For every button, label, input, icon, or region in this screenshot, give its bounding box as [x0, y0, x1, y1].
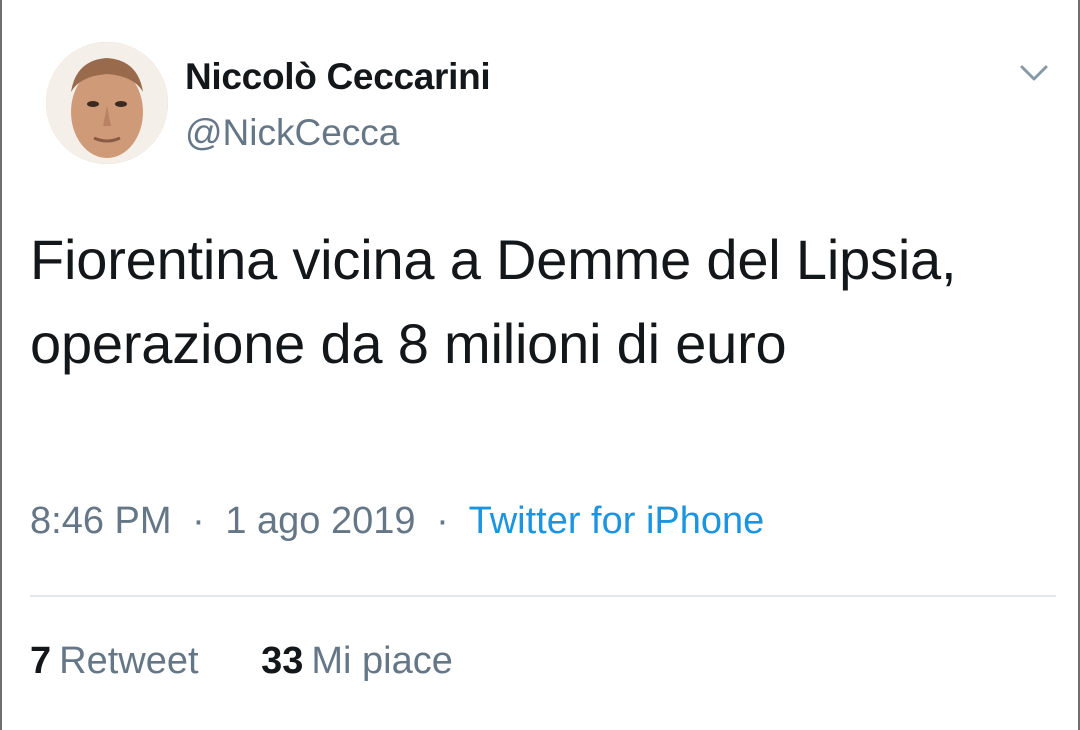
chevron-down-icon[interactable]	[1010, 56, 1058, 92]
meta-separator: ·	[436, 500, 449, 542]
tweet-text: Fiorentina vicina a Demme del Lipsia, op…	[30, 228, 957, 375]
author-name[interactable]: Niccolò Ceccarini	[185, 56, 491, 98]
tweet-date[interactable]: 1 ago 2019	[225, 500, 415, 542]
likes-label: Mi piace	[311, 640, 453, 682]
divider	[30, 595, 1056, 597]
meta-separator: ·	[192, 500, 205, 542]
likes-count: 33	[261, 640, 304, 682]
retweets-stat[interactable]: 7 Retweet	[30, 640, 199, 683]
tweet-meta: 8:46 PM · 1 ago 2019 · Twitter for iPhon…	[30, 500, 764, 543]
retweets-count: 7	[30, 640, 52, 682]
tweet-stats: 7 Retweet 33 Mi piace	[30, 640, 453, 683]
avatar-image	[46, 42, 168, 164]
author-handle[interactable]: @NickCecca	[185, 112, 399, 154]
retweets-label: Retweet	[59, 640, 199, 682]
likes-stat[interactable]: 33 Mi piace	[261, 640, 453, 683]
tweet-time[interactable]: 8:46 PM	[30, 500, 172, 542]
avatar[interactable]	[46, 42, 168, 164]
tweet-card: Niccolò Ceccarini @NickCecca Fiorentina …	[0, 0, 1080, 730]
tweet-source-link[interactable]: Twitter for iPhone	[469, 500, 765, 542]
